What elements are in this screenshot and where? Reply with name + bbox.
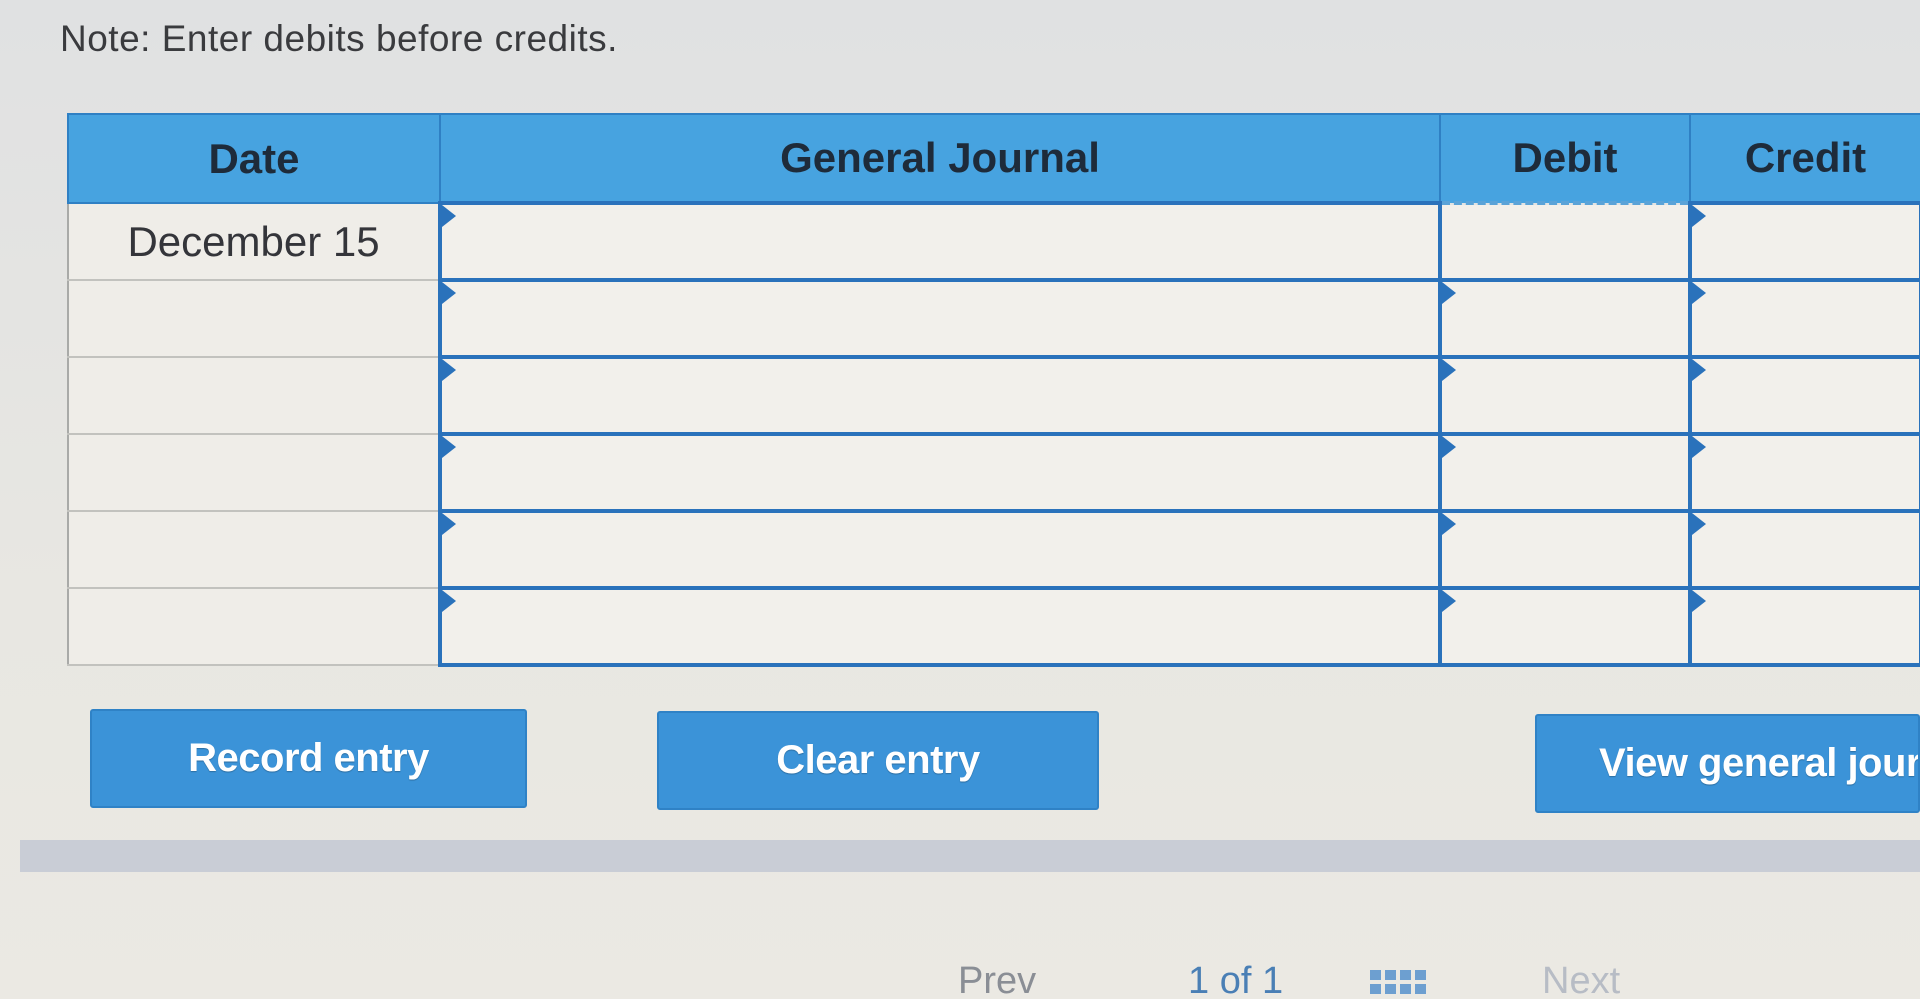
next-button[interactable]: Next — [1542, 960, 1620, 999]
journal-account-input[interactable] — [438, 355, 1442, 436]
dropdown-marker-icon — [1692, 205, 1706, 227]
journal-entry-table: Date General Journal Debit Credit Decemb… — [67, 113, 1920, 667]
journal-account-input[interactable] — [438, 432, 1442, 513]
credit-input[interactable] — [1688, 355, 1920, 436]
credit-column-header: Credit — [1689, 113, 1920, 204]
credit-input[interactable] — [1688, 509, 1920, 590]
journal-entry-page: Note: Enter debits before credits. Date … — [0, 0, 1920, 999]
dropdown-marker-icon — [1692, 513, 1706, 535]
debit-input[interactable] — [1438, 278, 1692, 359]
journal-account-input[interactable] — [438, 509, 1442, 590]
dropdown-marker-icon — [1692, 590, 1706, 612]
total-pages: 1 — [1261, 960, 1284, 999]
table-row — [67, 355, 1920, 436]
table-row — [67, 432, 1920, 513]
date-cell — [67, 433, 441, 512]
dropdown-marker-icon — [1442, 282, 1456, 304]
dropdown-marker-icon — [1442, 359, 1456, 381]
section-divider — [20, 840, 1920, 872]
journal-account-input[interactable] — [438, 201, 1442, 282]
table-row — [67, 278, 1920, 359]
credit-input[interactable] — [1688, 432, 1920, 513]
dropdown-marker-icon — [1692, 436, 1706, 458]
dropdown-marker-icon — [1442, 436, 1456, 458]
debit-input[interactable] — [1438, 201, 1692, 282]
clear-entry-button[interactable]: Clear entry — [657, 711, 1099, 810]
date-cell: December 15 — [67, 202, 441, 281]
view-general-journal-button[interactable]: View general jour — [1535, 714, 1920, 813]
journal-account-input[interactable] — [438, 586, 1442, 667]
journal-account-input[interactable] — [438, 278, 1442, 359]
credit-input[interactable] — [1688, 201, 1920, 282]
date-cell — [67, 587, 441, 666]
dropdown-marker-icon — [1692, 282, 1706, 304]
record-entry-button[interactable]: Record entry — [90, 709, 527, 808]
credit-input[interactable] — [1688, 278, 1920, 359]
debit-input[interactable] — [1438, 355, 1692, 436]
dropdown-marker-icon — [1692, 359, 1706, 381]
prev-button[interactable]: Prev — [958, 960, 1036, 999]
page-indicator: 1 of 1 — [1188, 960, 1283, 999]
date-cell — [67, 279, 441, 358]
page-of-label: of — [1219, 960, 1252, 999]
table-row — [67, 586, 1920, 667]
credit-input[interactable] — [1688, 586, 1920, 667]
dropdown-marker-icon — [442, 205, 456, 227]
date-cell — [67, 510, 441, 589]
dropdown-marker-icon — [1442, 590, 1456, 612]
table-header-row: Date General Journal Debit Credit — [67, 113, 1920, 204]
dropdown-marker-icon — [442, 436, 456, 458]
date-cell — [67, 356, 441, 435]
debit-input[interactable] — [1438, 432, 1692, 513]
instruction-note: Note: Enter debits before credits. — [60, 18, 618, 59]
current-page: 1 — [1188, 960, 1210, 999]
date-column-header: Date — [67, 113, 441, 204]
grid-icon[interactable] — [1370, 970, 1426, 999]
dropdown-marker-icon — [1442, 513, 1456, 535]
dropdown-marker-icon — [442, 282, 456, 304]
table-row: December 15 — [67, 201, 1920, 282]
debit-input[interactable] — [1438, 586, 1692, 667]
dropdown-marker-icon — [442, 513, 456, 535]
debit-column-header: Debit — [1439, 113, 1691, 204]
dropdown-marker-icon — [442, 359, 456, 381]
general-journal-column-header: General Journal — [439, 113, 1441, 204]
dropdown-marker-icon — [442, 590, 456, 612]
debit-input[interactable] — [1438, 509, 1692, 590]
table-row — [67, 509, 1920, 590]
